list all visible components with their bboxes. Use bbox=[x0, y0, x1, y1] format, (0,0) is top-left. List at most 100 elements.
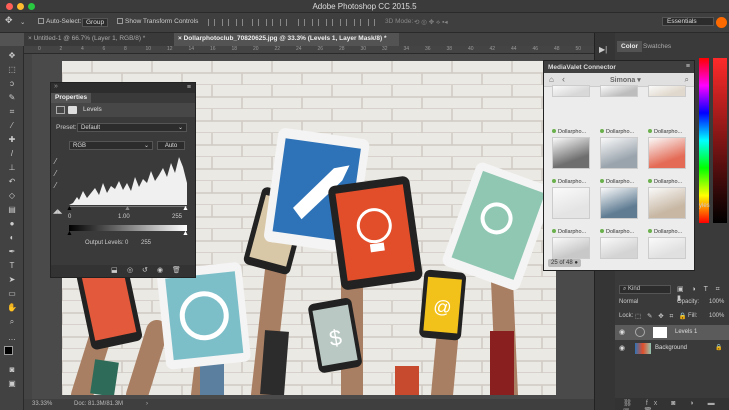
output-white-value[interactable]: 255 bbox=[141, 240, 151, 246]
layer-row-background[interactable]: ◉ Background 🔒 bbox=[615, 341, 729, 356]
clipping-warning-icon[interactable]: ◢◣ bbox=[53, 208, 62, 215]
input-gamma-value[interactable]: 1.00 bbox=[118, 214, 130, 220]
tab-dollarphotoclub[interactable]: × Dollarphotoclub_70820625.jpg @ 33.3% (… bbox=[174, 33, 399, 46]
visibility-eye-icon[interactable]: ◉ bbox=[619, 328, 625, 336]
zoom-tool-icon[interactable]: ⌕ bbox=[5, 316, 19, 328]
history-brush-tool-icon[interactable]: ↶ bbox=[5, 176, 19, 188]
asset-thumbnail[interactable] bbox=[600, 137, 638, 169]
move-tool-icon[interactable]: ✥ bbox=[5, 15, 13, 26]
input-black-value[interactable]: 0 bbox=[68, 214, 71, 220]
layer-name[interactable]: Levels 1 bbox=[675, 329, 697, 335]
lasso-tool-icon[interactable]: ↄ bbox=[5, 78, 19, 90]
hand-tool-icon[interactable]: ✋ bbox=[5, 302, 19, 314]
clone-stamp-tool-icon[interactable]: ⊥ bbox=[5, 162, 19, 174]
back-chevron-icon[interactable]: ‹ bbox=[562, 74, 565, 84]
delete-adjustment-icon[interactable]: 🗑 bbox=[172, 266, 181, 274]
output-black-value[interactable]: 0 bbox=[125, 240, 128, 246]
workspace-dropdown[interactable]: Essentials bbox=[662, 17, 714, 26]
asset-thumbnail[interactable] bbox=[600, 237, 638, 259]
color-field[interactable] bbox=[713, 58, 727, 223]
asset-thumbnail[interactable] bbox=[600, 187, 638, 219]
eraser-tool-icon[interactable]: ◇ bbox=[5, 190, 19, 202]
layer-row-levels[interactable]: ◉ Levels 1 bbox=[615, 325, 729, 340]
marquee-tool-icon[interactable]: ⬚ bbox=[5, 64, 19, 76]
tool-preset-chevron-icon[interactable]: ⌄ bbox=[20, 18, 25, 26]
home-icon[interactable]: ⌂ bbox=[549, 75, 554, 84]
quick-mask-icon[interactable]: ◙ bbox=[5, 364, 19, 376]
pen-tool-icon[interactable]: ✒ bbox=[5, 246, 19, 258]
visibility-eye-icon[interactable]: ◉ bbox=[157, 266, 163, 274]
blur-tool-icon[interactable]: ● bbox=[5, 218, 19, 230]
asset-thumbnail[interactable] bbox=[648, 187, 686, 219]
asset-thumbnail[interactable] bbox=[600, 85, 638, 97]
asset-thumbnail[interactable] bbox=[648, 137, 686, 169]
path-selection-tool-icon[interactable]: ➤ bbox=[5, 274, 19, 286]
input-white-slider[interactable]: ▲ bbox=[182, 205, 189, 212]
3d-tools-icon[interactable]: ⟲ ◎ ✥ ⟡ ▪◂ bbox=[414, 18, 448, 27]
panel-menu-icon[interactable]: ≡ bbox=[686, 63, 690, 70]
channel-dropdown[interactable]: RGB ⌄ bbox=[69, 141, 153, 150]
blend-mode-dropdown[interactable]: Normal bbox=[619, 299, 669, 308]
tab-properties[interactable]: Properties bbox=[51, 93, 92, 103]
distribute-bottom-icon[interactable] bbox=[326, 19, 333, 26]
layers-footer-icons[interactable]: ⛓ fx ◙ ◑ ▬ ▣ 🗑 bbox=[623, 399, 729, 410]
layer-mask-thumbnail[interactable] bbox=[653, 327, 667, 338]
lock-icons[interactable]: ⬚ ✎ ✥ ⌗ 🔒 bbox=[635, 312, 689, 321]
align-middle-icon[interactable] bbox=[222, 19, 229, 26]
quick-select-tool-icon[interactable]: ✎ bbox=[5, 92, 19, 104]
zoom-level[interactable]: 33.33% bbox=[32, 401, 52, 407]
visibility-eye-icon[interactable]: ◉ bbox=[619, 344, 625, 352]
output-black-slider[interactable]: ▲ bbox=[66, 230, 73, 237]
creative-cloud-icon[interactable] bbox=[716, 17, 727, 28]
brush-tool-icon[interactable]: / bbox=[5, 148, 19, 160]
healing-brush-tool-icon[interactable]: ✚ bbox=[5, 134, 19, 146]
layer-mask-icon[interactable] bbox=[68, 106, 77, 114]
transform-controls-checkbox[interactable]: Show Transform Controls bbox=[117, 18, 198, 25]
panel-menu-icon[interactable]: ≡ bbox=[187, 84, 191, 91]
eyedropper-tool-icon[interactable]: ⁄ bbox=[5, 120, 19, 132]
layer-name[interactable]: Background bbox=[655, 345, 687, 351]
distribute-top-icon[interactable] bbox=[298, 19, 305, 26]
auto-select-dropdown[interactable]: Group bbox=[82, 18, 109, 27]
align-right-icon[interactable] bbox=[280, 19, 287, 26]
output-white-slider[interactable]: ▲ bbox=[182, 230, 189, 237]
align-center-icon[interactable] bbox=[266, 19, 273, 26]
asset-thumbnail[interactable] bbox=[552, 237, 590, 259]
asset-thumbnail[interactable] bbox=[648, 237, 686, 259]
move-tool-icon[interactable]: ✥ bbox=[5, 50, 19, 62]
search-icon[interactable]: ⌕ bbox=[685, 75, 689, 85]
tab-color[interactable]: Color bbox=[617, 41, 642, 52]
crop-tool-icon[interactable]: ⌗ bbox=[5, 106, 19, 118]
properties-panel-header[interactable]: ≡» bbox=[51, 83, 195, 93]
input-gamma-slider[interactable]: ▲ bbox=[124, 205, 131, 212]
hue-slider[interactable] bbox=[699, 58, 709, 223]
screen-mode-icon[interactable]: ▣ bbox=[5, 378, 19, 390]
type-tool-icon[interactable]: T bbox=[5, 260, 19, 272]
dodge-tool-icon[interactable]: ◐ bbox=[5, 232, 19, 244]
distribute-middle-icon[interactable] bbox=[312, 19, 319, 26]
asset-thumbnail[interactable] bbox=[648, 85, 686, 97]
input-white-value[interactable]: 255 bbox=[172, 214, 182, 220]
tab-swatches[interactable]: Swatches bbox=[643, 43, 671, 50]
auto-select-checkbox[interactable]: Auto-Select: bbox=[38, 18, 81, 25]
reset-icon[interactable]: ↺ bbox=[142, 266, 148, 274]
align-left-icon[interactable] bbox=[252, 19, 259, 26]
preset-dropdown[interactable]: Default ⌄ bbox=[77, 123, 187, 132]
asset-thumbnail[interactable] bbox=[552, 137, 590, 169]
tab-untitled-1[interactable]: × Untitled-1 @ 66.7% (Layer 1, RGB/8) * bbox=[24, 33, 174, 46]
gradient-tool-icon[interactable]: ▤ bbox=[5, 204, 19, 216]
white-point-eyedropper-icon[interactable]: ⁄ bbox=[55, 181, 56, 190]
user-menu[interactable]: Simona ▾ bbox=[610, 76, 641, 84]
clip-to-layer-icon[interactable]: ⬓ bbox=[111, 266, 118, 274]
input-black-slider[interactable]: ▲ bbox=[66, 205, 73, 212]
foreground-color-swatch[interactable] bbox=[4, 346, 13, 355]
distribute-left-icon[interactable] bbox=[340, 19, 347, 26]
history-panel-icon[interactable]: ▶| bbox=[599, 45, 607, 54]
auto-align-icon[interactable] bbox=[368, 19, 375, 26]
edit-toolbar-icon[interactable]: … bbox=[5, 332, 19, 344]
asset-thumbnail[interactable] bbox=[552, 85, 590, 97]
asset-thumbnail[interactable] bbox=[552, 187, 590, 219]
rectangle-tool-icon[interactable]: ▭ bbox=[5, 288, 19, 300]
layer-filter-dropdown[interactable]: ⌕ Kind bbox=[619, 285, 671, 294]
align-bottom-icon[interactable] bbox=[236, 19, 243, 26]
